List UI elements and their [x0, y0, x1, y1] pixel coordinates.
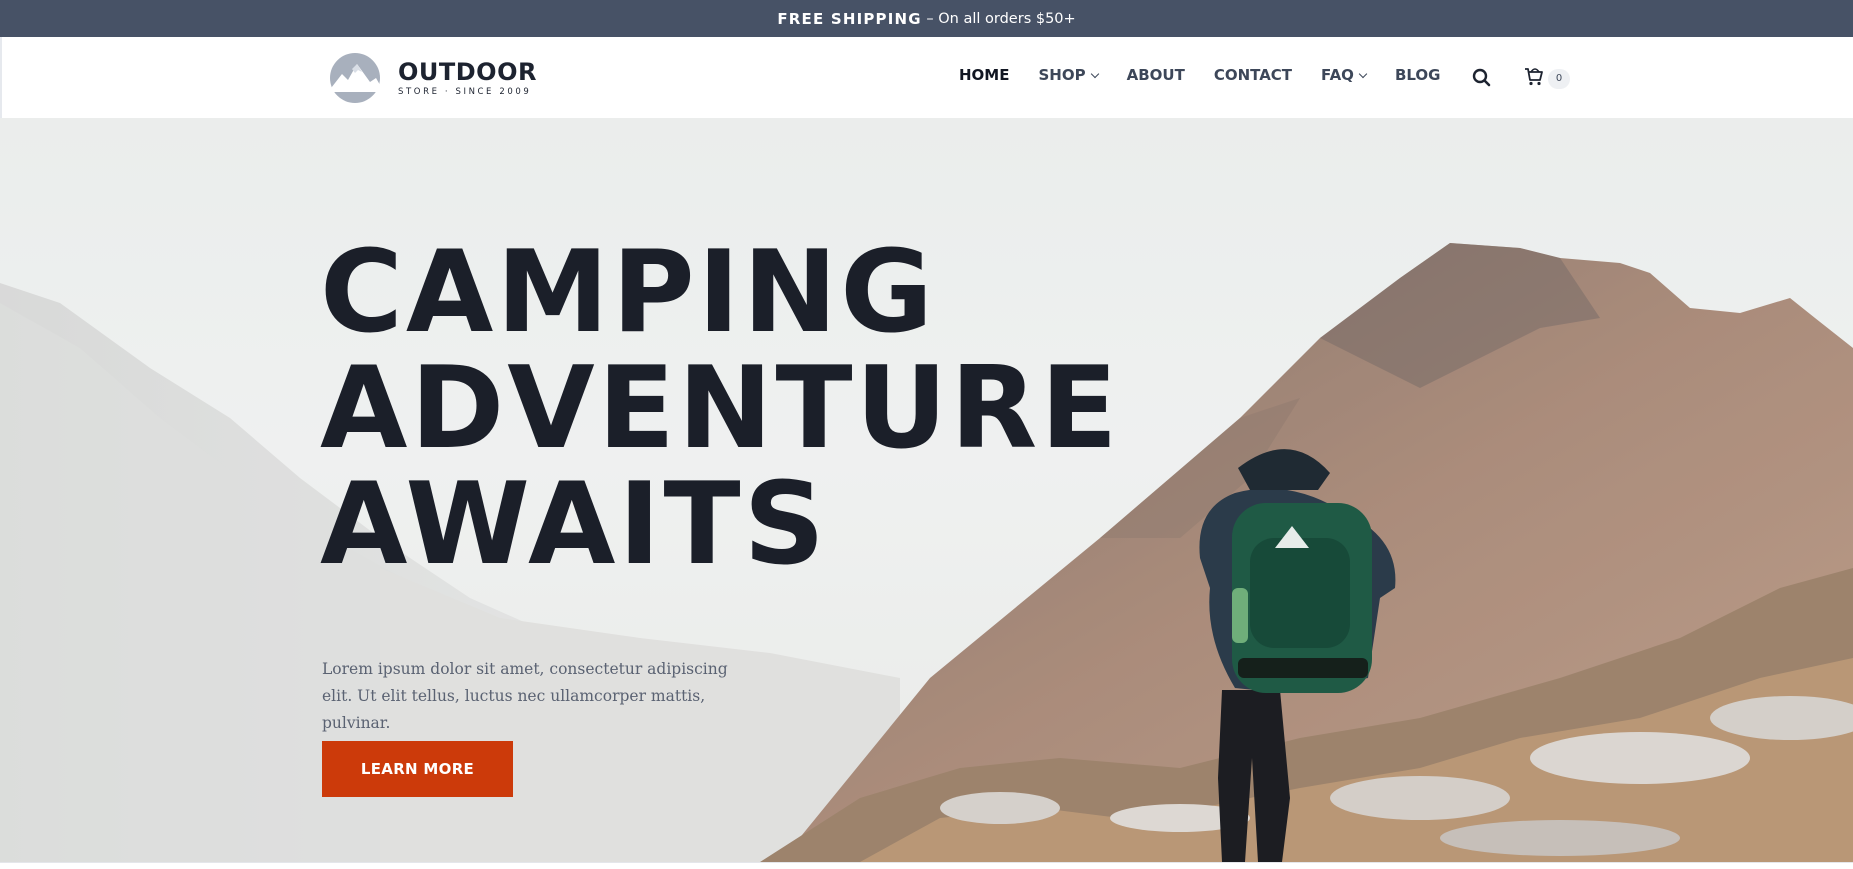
hero-title-line: AWAITS: [320, 458, 828, 590]
learn-more-button[interactable]: LEARN MORE: [322, 741, 513, 797]
nav-item-label: SHOP: [1038, 66, 1086, 84]
announcement-text: – On all orders $50+: [921, 10, 1076, 27]
hero-description: Lorem ipsum dolor sit amet, consectetur …: [322, 660, 728, 732]
announcement-highlight: FREE SHIPPING: [777, 9, 922, 28]
shopping-cart-icon: [1522, 65, 1544, 92]
cart-count-badge: 0: [1548, 68, 1570, 89]
nav-item-label: ABOUT: [1126, 66, 1185, 84]
nav-item-label: BLOG: [1394, 66, 1441, 84]
chevron-down-icon: [1090, 69, 1099, 78]
nav-item-label: FAQ: [1321, 66, 1354, 84]
hero-title: CAMPING ADVENTURE AWAITS: [320, 234, 1121, 582]
hero-section: CAMPING ADVENTURE AWAITS Lorem ipsum dol…: [0, 118, 1853, 862]
nav-item-blog[interactable]: BLOG: [1395, 66, 1441, 84]
page-bottom-divider: [0, 862, 1853, 869]
announcement-bar: FREE SHIPPING – On all orders $50+: [0, 0, 1853, 37]
site-header: OUTDOOR STORE · SINCE 2009 HOME SHOP ABO…: [0, 37, 1853, 118]
hero-title-line: CAMPING: [320, 226, 937, 358]
nav-item-faq[interactable]: FAQ: [1321, 66, 1368, 84]
main-nav: HOME SHOP ABOUT CONTACT FAQ BLOG: [959, 66, 1469, 84]
nav-item-shop[interactable]: SHOP: [1038, 66, 1099, 84]
nav-item-home[interactable]: HOME: [959, 66, 1009, 84]
logo-name: OUTDOOR: [398, 58, 537, 86]
nav-item-label: CONTACT: [1213, 66, 1293, 84]
cart-button[interactable]: 0: [1522, 65, 1570, 92]
nav-item-about[interactable]: ABOUT: [1127, 66, 1185, 84]
logo-tagline: STORE · SINCE 2009: [398, 87, 532, 97]
mountain-logo-icon: [323, 52, 387, 104]
chevron-down-icon: [1358, 69, 1368, 78]
nav-item-contact[interactable]: CONTACT: [1214, 66, 1292, 84]
search-icon[interactable]: [1471, 67, 1493, 89]
hero-title-line: ADVENTURE: [320, 342, 1121, 474]
site-logo[interactable]: OUTDOOR STORE · SINCE 2009: [323, 52, 537, 104]
nav-item-label: HOME: [959, 66, 1010, 84]
